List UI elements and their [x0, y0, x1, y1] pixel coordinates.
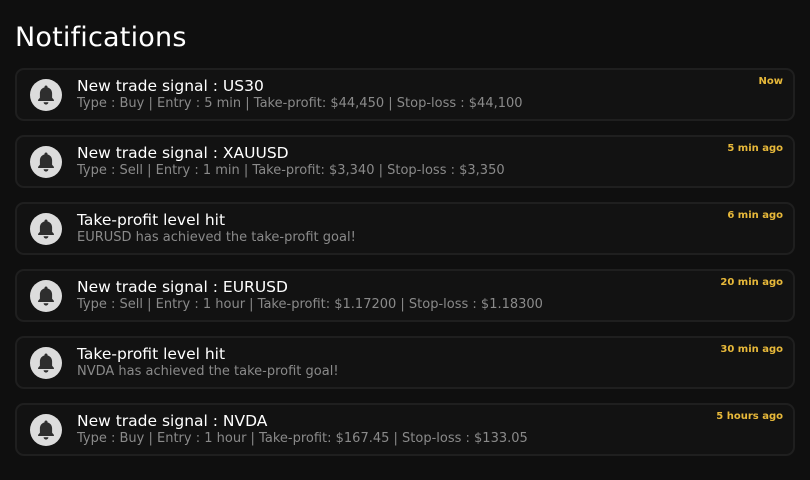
notification-detail: Type : Buy | Entry : 1 hour | Take-profi… — [77, 431, 528, 446]
notification-list: New trade signal : US30 Type : Buy | Ent… — [15, 68, 795, 470]
bell-icon — [30, 79, 62, 111]
notification-detail: Type : Buy | Entry : 5 min | Take-profit… — [77, 96, 523, 111]
notification-detail: Type : Sell | Entry : 1 min | Take-profi… — [77, 163, 505, 178]
notification-time: 5 hours ago — [716, 411, 783, 422]
bell-icon — [30, 347, 62, 379]
notification-title: Take-profit level hit — [77, 345, 226, 363]
bell-icon — [30, 213, 62, 245]
notification-time: 5 min ago — [727, 143, 783, 154]
bell-icon — [30, 280, 62, 312]
notification-time: 30 min ago — [720, 344, 783, 355]
notification-detail: EURUSD has achieved the take-profit goal… — [77, 230, 356, 245]
notification-detail: NVDA has achieved the take-profit goal! — [77, 364, 339, 379]
notification-title: New trade signal : NVDA — [77, 412, 268, 430]
notification-time: Now — [758, 76, 783, 87]
notification-item[interactable]: New trade signal : US30 Type : Buy | Ent… — [15, 68, 795, 121]
notification-item[interactable]: Take-profit level hit NVDA has achieved … — [15, 336, 795, 389]
notification-item[interactable]: New trade signal : EURUSD Type : Sell | … — [15, 269, 795, 322]
notification-item[interactable]: New trade signal : NVDA Type : Buy | Ent… — [15, 403, 795, 456]
notification-item[interactable]: Take-profit level hit EURUSD has achieve… — [15, 202, 795, 255]
bell-icon — [30, 146, 62, 178]
notifications-page: Notifications New trade signal : US30 Ty… — [0, 0, 810, 480]
notification-title: New trade signal : US30 — [77, 77, 264, 95]
notification-time: 6 min ago — [727, 210, 783, 221]
notification-item[interactable]: New trade signal : XAUUSD Type : Sell | … — [15, 135, 795, 188]
notification-time: 20 min ago — [720, 277, 783, 288]
notification-title: New trade signal : XAUUSD — [77, 144, 289, 162]
notification-detail: Type : Sell | Entry : 1 hour | Take-prof… — [77, 297, 543, 312]
bell-icon — [30, 414, 62, 446]
notification-title: New trade signal : EURUSD — [77, 278, 288, 296]
notification-title: Take-profit level hit — [77, 211, 226, 229]
page-title: Notifications — [15, 22, 187, 53]
